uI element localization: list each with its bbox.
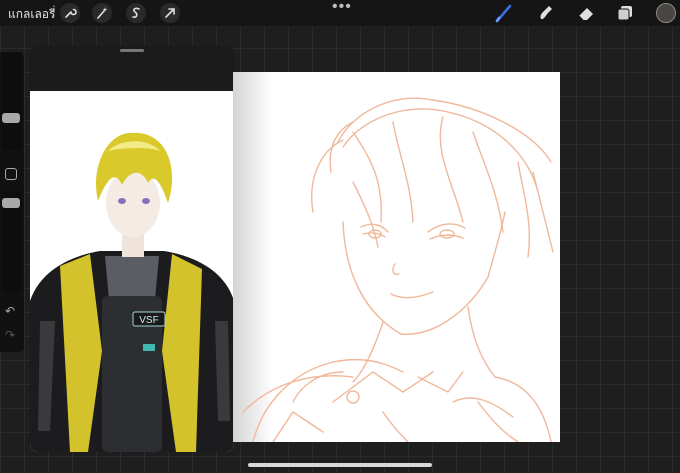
reference-window[interactable]: VSF: [30, 46, 234, 452]
left-sidebar: ↶ ↷: [0, 52, 24, 352]
smudge-icon[interactable]: [536, 3, 556, 23]
brush-size-slider[interactable]: [2, 52, 22, 150]
svg-text:VSF: VSF: [139, 315, 158, 326]
redo-button[interactable]: ↷: [5, 328, 15, 342]
arrow-cursor-icon[interactable]: [160, 3, 180, 23]
top-toolbar: แกลเลอรี่ •••: [0, 0, 680, 26]
undo-button[interactable]: ↶: [5, 304, 15, 318]
layers-icon[interactable]: [616, 4, 634, 22]
magic-wand-icon[interactable]: [92, 3, 112, 23]
color-picker-button[interactable]: [656, 3, 676, 23]
reference-drag-handle[interactable]: [120, 49, 144, 52]
brush-opacity-thumb[interactable]: [2, 198, 20, 208]
modify-button[interactable]: [5, 168, 17, 180]
brush-icon[interactable]: [494, 3, 514, 23]
reference-image: VSF: [30, 91, 234, 452]
home-indicator[interactable]: [248, 463, 432, 467]
sketch-drawing: [242, 97, 554, 442]
more-options-button[interactable]: •••: [332, 0, 352, 16]
selection-s-icon[interactable]: [126, 3, 146, 23]
eraser-icon[interactable]: [576, 3, 596, 23]
drawing-canvas[interactable]: [233, 72, 560, 442]
wrench-icon[interactable]: [60, 3, 80, 23]
gallery-button[interactable]: แกลเลอรี่: [8, 5, 55, 24]
brush-size-thumb[interactable]: [2, 113, 20, 123]
